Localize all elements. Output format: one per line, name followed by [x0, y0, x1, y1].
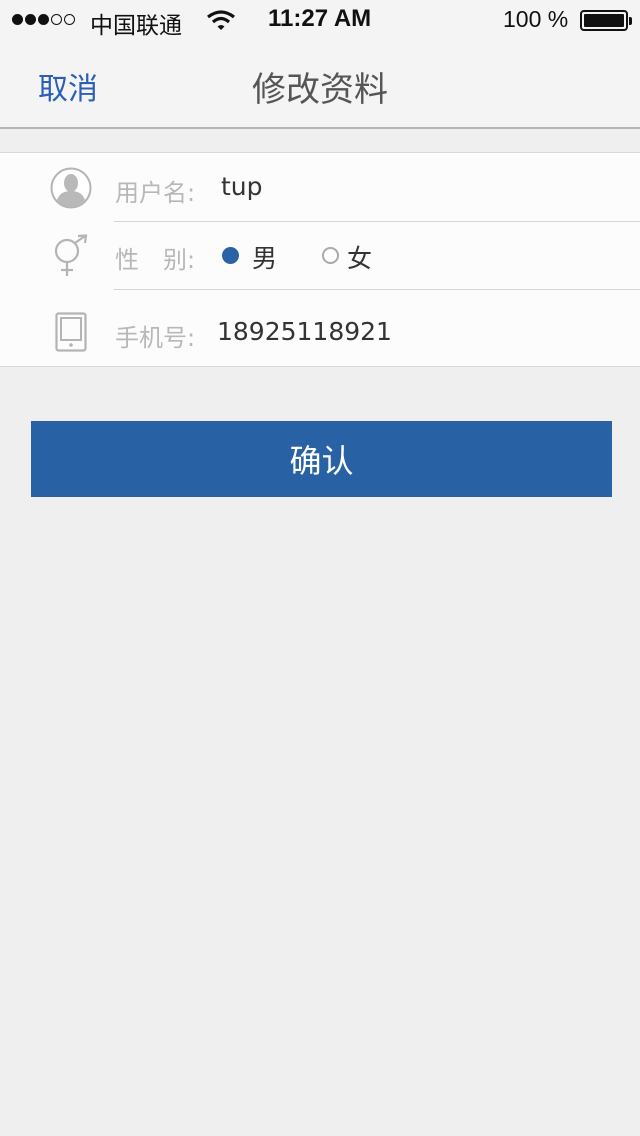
gender-icon [52, 234, 92, 282]
page-title: 修改资料 [0, 62, 640, 111]
gender-row: 性 别: 男 女 [0, 222, 640, 290]
phone-row: 手机号: 18925118921 [0, 290, 640, 367]
battery-percentage: 100 % [503, 6, 569, 32]
navigation-bar: 取消 修改资料 [0, 40, 640, 129]
clock: 11:27 AM [268, 5, 372, 32]
phone-field[interactable]: 18925118921 [217, 317, 392, 346]
gender-male-label[interactable]: 男 [252, 239, 277, 275]
wifi-icon [206, 8, 236, 36]
user-avatar-icon [50, 167, 92, 213]
gender-female-label[interactable]: 女 [347, 239, 372, 275]
username-field[interactable]: tup [221, 172, 263, 201]
gender-male-radio[interactable] [222, 247, 239, 264]
page-title-text: 修改资料 [252, 70, 388, 110]
carrier-name: 中国联通 [90, 13, 182, 39]
signal-strength-icon [12, 14, 75, 25]
phone-icon [55, 312, 87, 356]
battery-icon [580, 10, 632, 31]
gender-label: 性 别: [115, 246, 196, 274]
gender-female-radio[interactable] [322, 247, 339, 264]
profile-form: 用户名: tup 性 别: 男 女 手机号: 18925118921 [0, 152, 640, 367]
username-label: 用户名: [115, 179, 196, 207]
username-row: 用户名: tup [0, 153, 640, 221]
phone-label: 手机号: [115, 324, 196, 352]
status-bar: 中国联通 11:27 AM 100 % [0, 0, 640, 40]
confirm-button[interactable]: 确认 [31, 421, 612, 497]
